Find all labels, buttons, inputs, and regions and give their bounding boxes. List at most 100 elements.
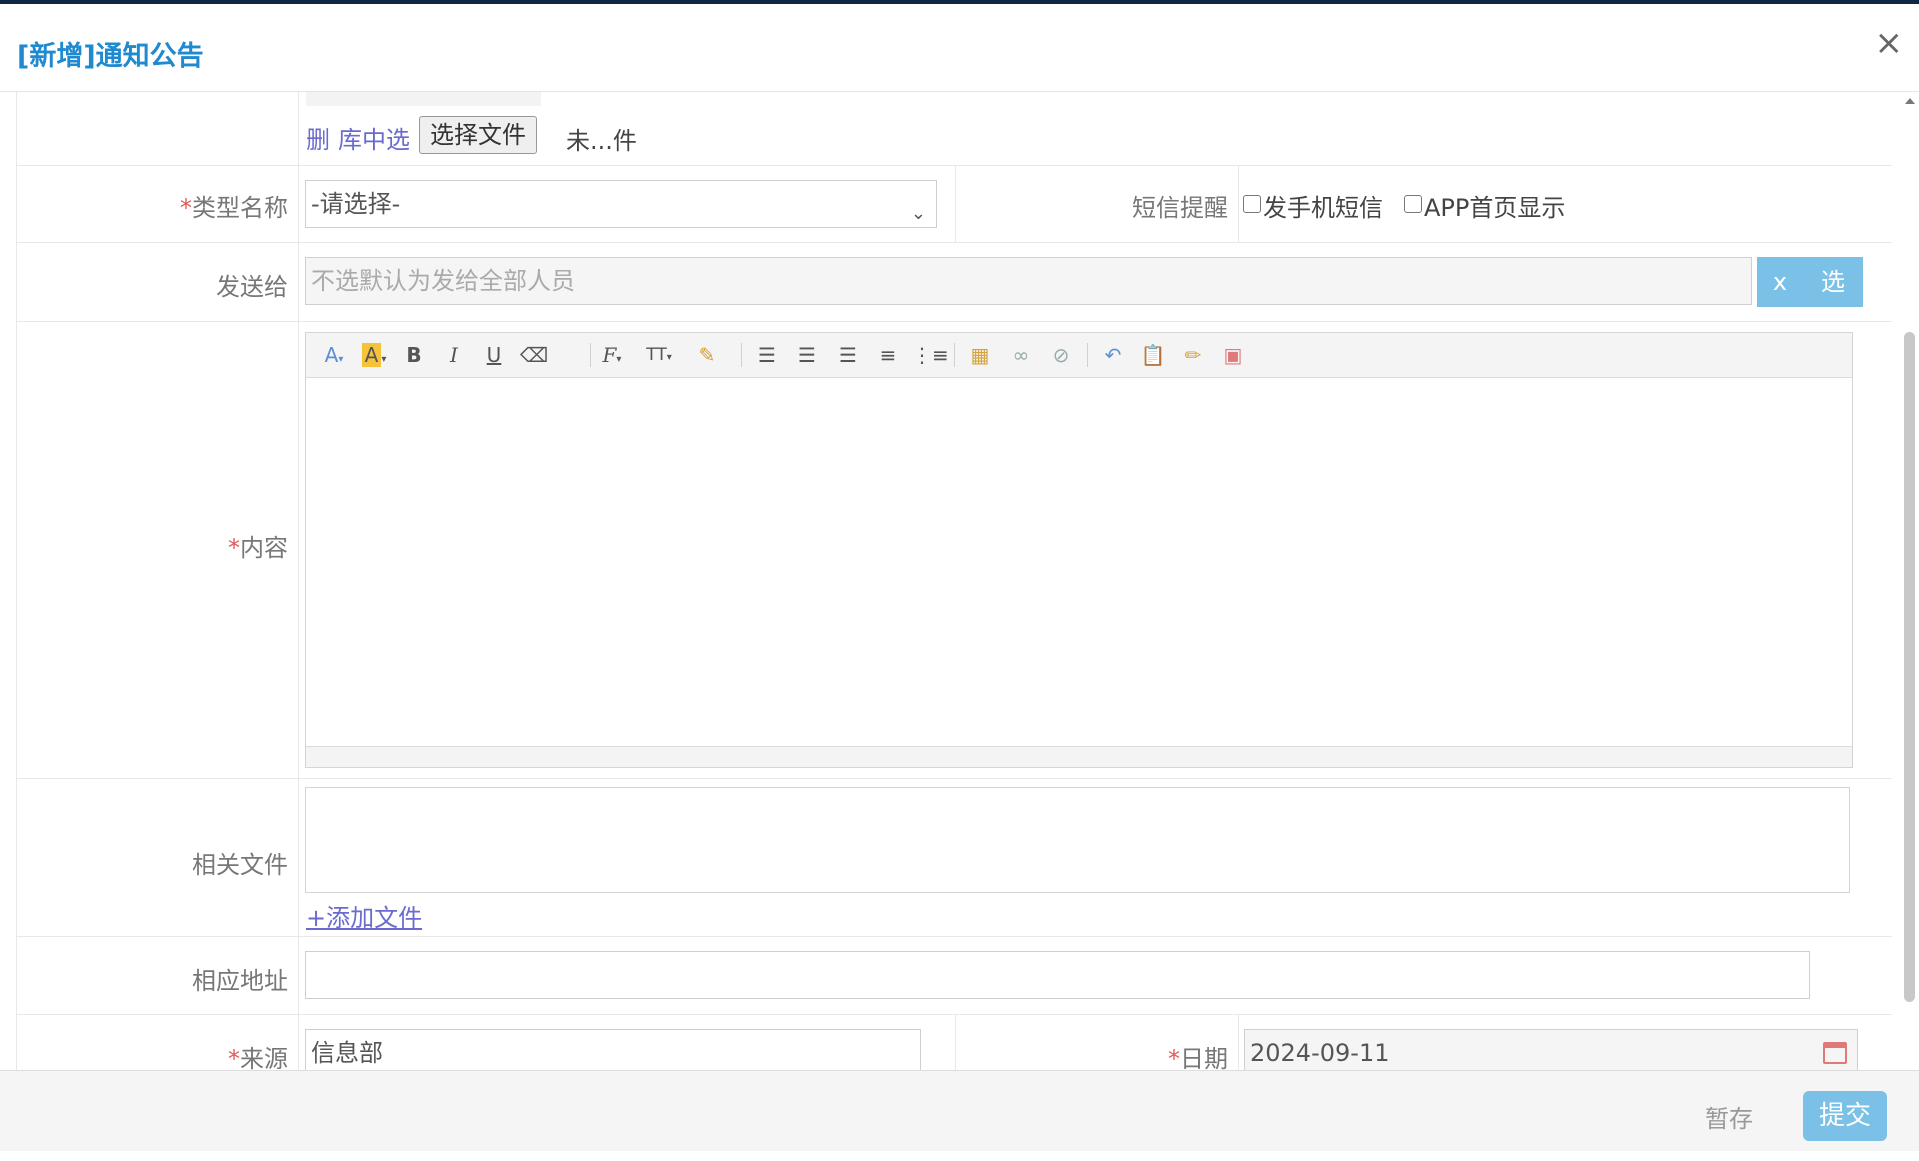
- recipients-placeholder: 不选默认为发给全部人员: [311, 267, 575, 295]
- dialog-title: [新增]通知公告: [17, 41, 204, 72]
- dialog-footer: 暂存 提交: [0, 1070, 1919, 1151]
- paste-icon[interactable]: 📋: [1137, 341, 1169, 369]
- delete-link[interactable]: 删: [306, 120, 330, 155]
- date-label-text: 日期: [1180, 1045, 1228, 1070]
- required-mark: *: [228, 534, 240, 562]
- toolbar-separator: [741, 343, 742, 367]
- font-family-icon[interactable]: F▾: [596, 341, 628, 369]
- scroll-up-icon[interactable]: [1905, 98, 1915, 104]
- add-file-link[interactable]: +添加文件: [306, 898, 422, 933]
- ordered-list-icon[interactable]: ≡: [872, 341, 904, 369]
- toolbar-separator: [954, 343, 955, 367]
- send-to-row: 发送给 不选默认为发给全部人员 x 选: [16, 243, 1892, 322]
- sms-checkbox[interactable]: 发手机短信: [1243, 188, 1383, 223]
- date-value: 2024-09-11: [1250, 1039, 1390, 1067]
- vertical-scrollbar[interactable]: [1901, 92, 1919, 1142]
- submit-button[interactable]: 提交: [1803, 1091, 1887, 1141]
- file-list-box: [305, 787, 1850, 893]
- italic-icon[interactable]: I: [438, 341, 470, 369]
- sms-label-cell: 短信提醒: [955, 166, 1239, 242]
- bold-icon[interactable]: B: [398, 341, 430, 369]
- source-label: *来源: [228, 1039, 288, 1070]
- clear-format-icon[interactable]: ✏: [1177, 341, 1209, 369]
- date-label: *日期: [1168, 1039, 1228, 1070]
- value-cell: 信息部 *日期 2024-09-11: [298, 1015, 1892, 1070]
- type-select[interactable]: -请选择- ⌄: [305, 180, 937, 228]
- eraser-icon[interactable]: ⌫: [518, 341, 550, 369]
- rich-text-editor: A▾ A ▾ B I U ⌫ F▾ TT▾ ✎ ☰ ☰ ☰ ≡ ⋮≡ ▦ ∞ ⊘…: [305, 332, 1853, 768]
- address-label: 相应地址: [192, 967, 288, 995]
- type-row: *类型名称 -请选择- ⌄ 短信提醒 发手机短信 APP首页显示: [16, 166, 1892, 243]
- date-input[interactable]: 2024-09-11: [1244, 1029, 1858, 1070]
- value-cell: +添加文件: [298, 779, 1892, 936]
- sms-label: 短信提醒: [1132, 194, 1228, 222]
- choose-file-button[interactable]: 选择文件: [419, 116, 537, 154]
- fullscreen-icon[interactable]: ▣: [1217, 341, 1249, 369]
- font-color-icon[interactable]: A▾: [318, 341, 350, 369]
- unordered-list-icon[interactable]: ⋮≡: [912, 341, 949, 369]
- required-mark: *: [228, 1045, 240, 1070]
- app-home-checkbox-label: APP首页显示: [1424, 194, 1566, 222]
- close-icon[interactable]: ×: [1875, 26, 1904, 60]
- source-row: *来源 信息部 *日期 2024-09-11: [16, 1015, 1892, 1070]
- align-center-icon[interactable]: ☰: [791, 341, 823, 369]
- address-row: 相应地址: [16, 937, 1892, 1015]
- source-input[interactable]: 信息部: [305, 1029, 921, 1070]
- label-cell: *来源: [16, 1015, 299, 1070]
- label-cell: *类型名称: [16, 166, 299, 242]
- address-input[interactable]: [305, 951, 1810, 999]
- checkbox-box[interactable]: [1243, 195, 1261, 213]
- source-label-text: 来源: [240, 1045, 288, 1070]
- sms-checkbox-label: 发手机短信: [1263, 194, 1383, 222]
- dialog-header: [新增]通知公告 ×: [0, 4, 1919, 92]
- clear-recipients-button[interactable]: x: [1757, 257, 1803, 307]
- insert-image-icon[interactable]: ▦: [964, 341, 996, 369]
- value-cell: -请选择- ⌄ 短信提醒 发手机短信 APP首页显示: [298, 166, 1892, 242]
- required-mark: *: [180, 194, 192, 222]
- save-draft-button[interactable]: 暂存: [1705, 1099, 1753, 1134]
- select-recipients-button[interactable]: 选: [1803, 257, 1863, 307]
- required-mark: *: [1168, 1045, 1180, 1070]
- underline-icon[interactable]: U: [478, 341, 510, 369]
- label-cell: 相应地址: [16, 937, 299, 1014]
- align-right-icon[interactable]: ☰: [832, 341, 864, 369]
- content-label: *内容: [228, 528, 288, 563]
- link-icon[interactable]: ∞: [1005, 341, 1037, 369]
- label-cell: [16, 92, 299, 165]
- highlight-icon[interactable]: A ▾: [358, 341, 390, 369]
- send-to-label: 发送给: [216, 273, 288, 301]
- file-status-text: 未...件: [566, 127, 637, 155]
- content-row: *内容 A▾ A ▾ B I U ⌫ F▾ TT▾ ✎ ☰ ☰ ☰ ≡ ⋮≡ ▦…: [16, 322, 1892, 779]
- date-label-cell: *日期: [955, 1015, 1239, 1070]
- editor-content-area[interactable]: [306, 378, 1852, 746]
- undo-icon[interactable]: ↶: [1097, 341, 1129, 369]
- toolbar-separator: [590, 343, 591, 367]
- chevron-down-icon: ⌄: [910, 203, 926, 224]
- toolbar-separator: [1087, 343, 1088, 367]
- library-select-link[interactable]: 库中选: [338, 120, 410, 155]
- form-body: 删 库中选 选择文件 未...件 *类型名称 -请选择- ⌄ 短信提醒 发手机短…: [16, 92, 1892, 1070]
- font-size-icon[interactable]: TT▾: [643, 341, 675, 369]
- checkbox-box[interactable]: [1404, 195, 1422, 213]
- value-cell: 删 库中选 选择文件 未...件: [298, 92, 1892, 165]
- app-home-checkbox[interactable]: APP首页显示: [1404, 188, 1565, 223]
- editor-statusbar: [306, 746, 1852, 767]
- type-select-value: -请选择-: [311, 190, 401, 218]
- calendar-icon[interactable]: [1823, 1042, 1847, 1064]
- label-cell: 发送给: [16, 243, 299, 321]
- value-cell: 不选默认为发给全部人员 x 选: [298, 243, 1892, 321]
- related-files-row: 相关文件 +添加文件: [16, 779, 1892, 937]
- align-left-icon[interactable]: ☰: [751, 341, 783, 369]
- content-label-text: 内容: [240, 534, 288, 562]
- attachment-row: 删 库中选 选择文件 未...件: [16, 92, 1892, 166]
- recipients-input[interactable]: 不选默认为发给全部人员: [305, 257, 1752, 305]
- label-cell: 相关文件: [16, 779, 299, 936]
- type-label-text: 类型名称: [192, 194, 288, 222]
- scrollbar-thumb[interactable]: [1904, 332, 1915, 1002]
- unlink-icon[interactable]: ⊘: [1045, 341, 1077, 369]
- editor-toolbar: A▾ A ▾ B I U ⌫ F▾ TT▾ ✎ ☰ ☰ ☰ ≡ ⋮≡ ▦ ∞ ⊘…: [306, 333, 1852, 378]
- image-preview: [306, 92, 541, 106]
- format-paint-icon[interactable]: ✎: [691, 341, 723, 369]
- value-cell: A▾ A ▾ B I U ⌫ F▾ TT▾ ✎ ☰ ☰ ☰ ≡ ⋮≡ ▦ ∞ ⊘…: [298, 322, 1892, 778]
- value-cell: [298, 937, 1892, 1014]
